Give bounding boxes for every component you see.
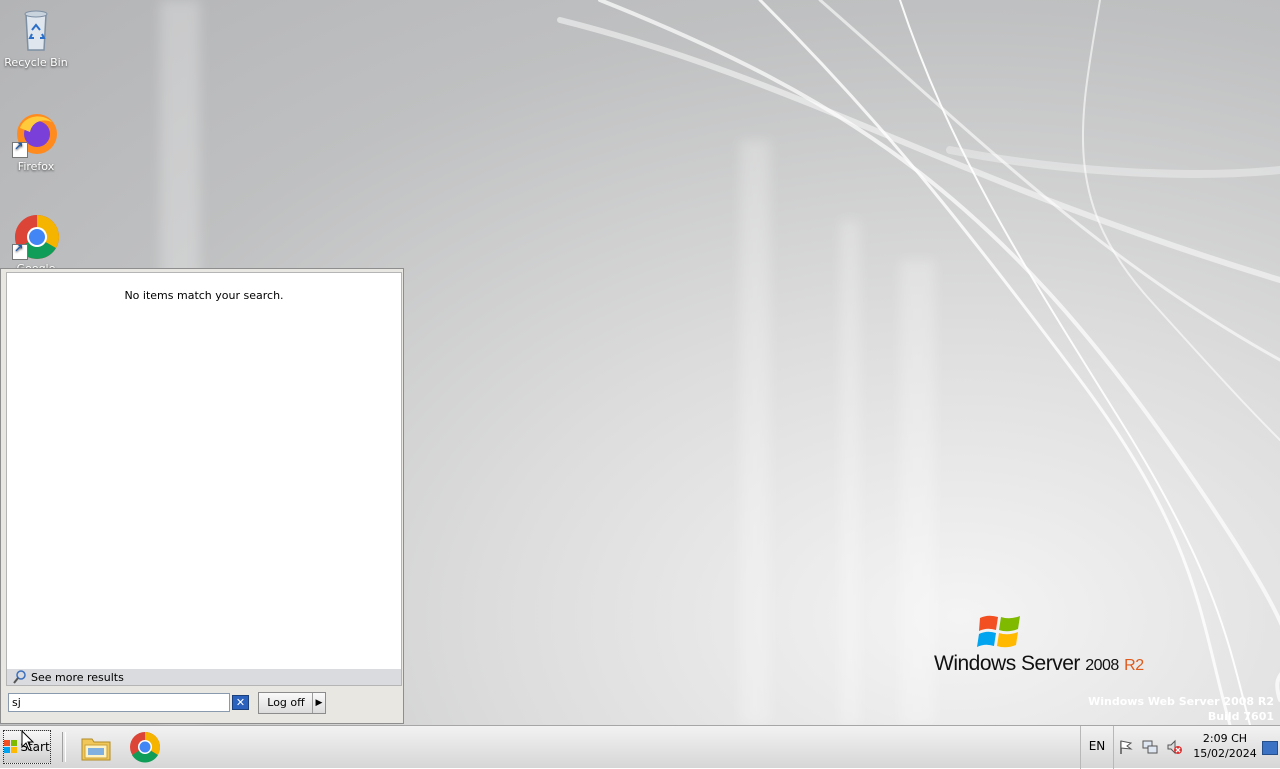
brand-release: R2 [1124,657,1144,674]
shortcut-arrow-icon [12,242,28,260]
volume-muted-icon[interactable] [1166,739,1182,755]
show-desktop-button[interactable] [1262,741,1278,755]
logoff-options-arrow-icon[interactable]: ▶ [312,693,325,713]
taskbar-windows-explorer[interactable] [80,731,112,763]
windows-flag-icon [4,740,18,753]
start-search-input[interactable] [8,693,230,712]
mouse-cursor-icon [21,730,35,751]
brand-version: 2008 [1085,657,1119,674]
desktop-icon-label: Firefox [17,160,55,173]
desktop-icon-firefox[interactable]: Firefox [0,110,72,173]
desktop-icon-label: Recycle Bin [4,56,68,69]
chrome-icon [130,732,161,763]
search-row: ✕ Log off ▶ [8,691,398,715]
search-results-pane: No items match your search. See more res… [6,272,402,686]
windows-explorer-icon [81,738,111,761]
network-icon[interactable] [1142,739,1158,755]
windows-server-logo: Windows Server 2008 R2 [934,608,1164,678]
no-results-message: No items match your search. [124,289,284,302]
language-indicator[interactable]: EN [1080,726,1114,769]
close-icon: ✕ [235,696,246,709]
build-number: Build 7601 [1207,710,1274,723]
shortcut-arrow-icon [12,140,28,158]
recycle-bin-icon [12,6,60,54]
taskbar-chrome[interactable] [129,731,161,763]
see-more-results-link[interactable]: See more results [7,669,401,685]
edition-watermark: Windows Web Server 2008 R2 Build 7601 [1088,694,1274,724]
brand-product: Windows Server [934,652,1080,675]
windows-flag-icon [977,615,1020,648]
clock-time: 2:09 CH [1202,732,1248,745]
logoff-button[interactable]: Log off ▶ [258,692,326,714]
clear-search-button[interactable]: ✕ [232,695,249,710]
start-menu: No items match your search. See more res… [0,268,404,724]
taskbar-separator [62,732,66,762]
search-icon [13,670,26,684]
action-center-flag-icon[interactable] [1118,739,1134,755]
desktop-icon-recycle-bin[interactable]: Recycle Bin [0,6,72,69]
see-more-results-label: See more results [31,670,124,684]
system-clock[interactable]: 2:09 CH 15/02/2024 [1190,731,1260,761]
chrome-icon [12,212,60,260]
edition-name: Windows Web Server 2008 R2 [1088,695,1274,708]
logoff-label: Log off [267,696,305,709]
firefox-icon [12,110,60,158]
clock-date: 15/02/2024 [1193,747,1257,760]
taskbar: Start EN 2:09 CH 15/02/2024 [0,725,1280,769]
